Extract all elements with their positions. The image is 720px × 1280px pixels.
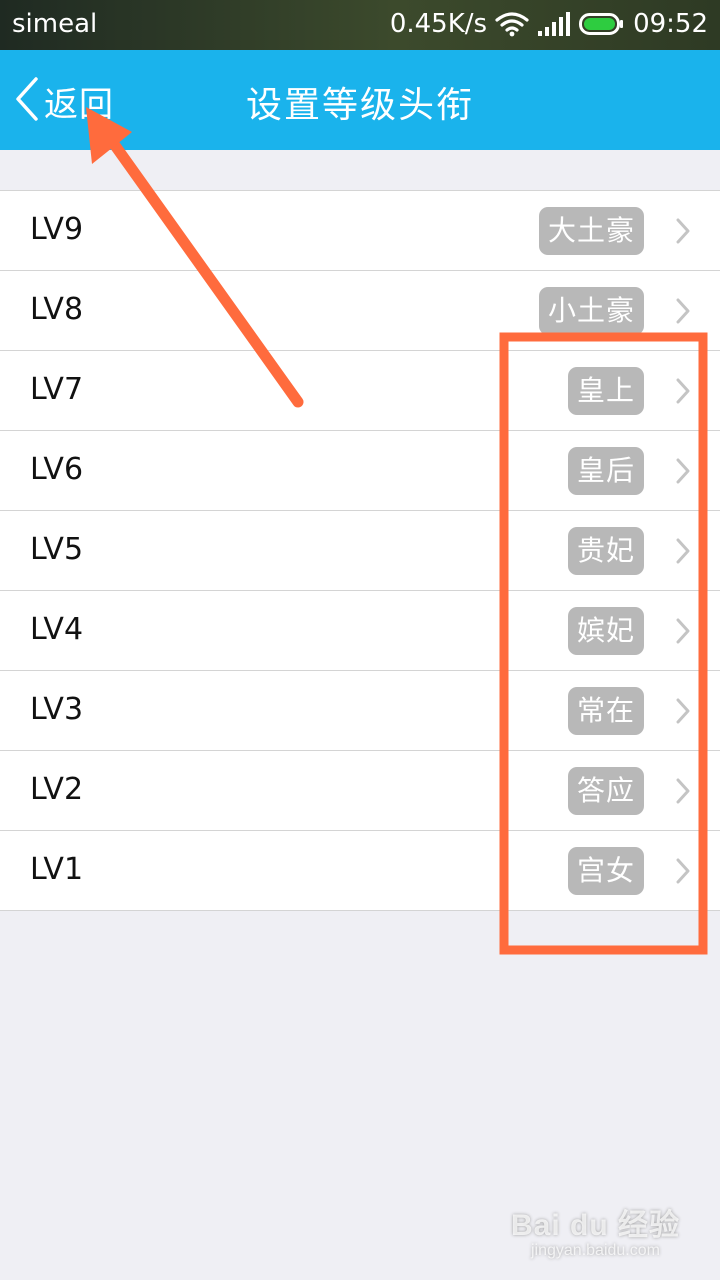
level-row[interactable]: LV2 答应 <box>0 751 720 831</box>
level-row[interactable]: LV3 常在 <box>0 671 720 751</box>
status-bar: simeal 0.45K/s 09:52 <box>0 0 720 50</box>
chevron-right-icon <box>676 858 690 884</box>
level-name: LV8 <box>30 292 84 327</box>
level-name: LV4 <box>30 612 84 647</box>
level-row[interactable]: LV5 贵妃 <box>0 511 720 591</box>
level-name: LV5 <box>30 532 84 567</box>
chevron-right-icon <box>676 698 690 724</box>
level-name: LV6 <box>30 452 84 487</box>
chevron-right-icon <box>676 218 690 244</box>
level-title-badge: 贵妃 <box>567 527 644 575</box>
level-row[interactable]: LV9 大土豪 <box>0 191 720 271</box>
signal-icon <box>537 11 571 37</box>
battery-icon <box>579 11 625 37</box>
level-title-badge: 嫔妃 <box>567 607 644 655</box>
status-right: 0.45K/s 09:52 <box>390 9 708 39</box>
wifi-icon <box>495 11 529 37</box>
level-title-badge: 小土豪 <box>538 287 644 335</box>
watermark-main: Bai du 经验 <box>510 1209 680 1242</box>
chevron-right-icon <box>676 778 690 804</box>
level-name: LV2 <box>30 772 84 807</box>
level-name: LV9 <box>30 212 84 247</box>
watermark-sub: jingyan.baidu.com <box>531 1242 660 1259</box>
level-row[interactable]: LV7 皇上 <box>0 351 720 431</box>
level-title-badge: 皇上 <box>567 367 644 415</box>
level-title-badge: 皇后 <box>567 447 644 495</box>
page-title: 设置等级头衔 <box>245 85 474 126</box>
chevron-right-icon <box>676 298 690 324</box>
level-row[interactable]: LV8 小土豪 <box>0 271 720 351</box>
level-name: LV1 <box>30 852 84 887</box>
level-title-badge: 答应 <box>567 767 644 815</box>
chevron-right-icon <box>676 538 690 564</box>
clock: 09:52 <box>633 9 708 39</box>
level-name: LV3 <box>30 692 84 727</box>
network-speed: 0.45K/s <box>389 9 488 39</box>
level-row[interactable]: LV6 皇后 <box>0 431 720 511</box>
level-row[interactable]: LV4 嫔妃 <box>0 591 720 671</box>
watermark-logo: Bai du 经验 jingyan.baidu.com <box>511 1200 680 1260</box>
level-title-badge: 宫女 <box>567 847 644 895</box>
carrier-label: simeal <box>12 9 98 39</box>
chevron-right-icon <box>676 618 690 644</box>
navigation-bar: 返回 设置等级头衔 <box>0 50 720 150</box>
level-row[interactable]: LV1 宫女 <box>0 831 720 910</box>
level-title-badge: 常在 <box>567 687 644 735</box>
level-name: LV7 <box>30 372 84 407</box>
level-list: LV9 大土豪 LV8 小土豪 LV7 皇上 LV6 皇后 LV5 贵妃 LV4 嫔妃 LV3 常在 LV2… <box>0 190 720 911</box>
chevron-right-icon <box>676 458 690 484</box>
level-title-badge: 大土豪 <box>538 207 644 255</box>
chevron-right-icon <box>676 378 690 404</box>
